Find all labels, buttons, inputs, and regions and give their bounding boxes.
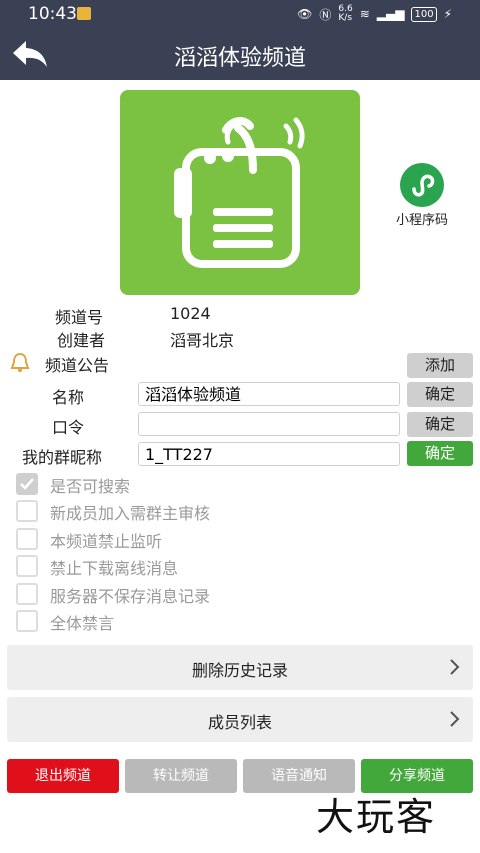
- mini-program-icon: [400, 163, 444, 207]
- option-checkbox[interactable]: [16, 500, 38, 522]
- nickname-confirm-button[interactable]: 确定: [407, 441, 473, 466]
- eye-icon: 👁: [297, 7, 313, 21]
- nfc-icon: Ⓝ: [319, 7, 332, 22]
- name-confirm-button[interactable]: 确定: [407, 382, 473, 407]
- notice-label: 频道公告: [45, 356, 110, 375]
- watermark: 大玩客: [316, 795, 437, 839]
- member-list-label: 成员列表: [207, 713, 272, 732]
- transfer-channel-button[interactable]: 转让频道: [125, 759, 237, 793]
- option-checkbox[interactable]: [16, 528, 38, 550]
- option-label: 禁止下载离线消息: [50, 559, 179, 578]
- channel-logo: [120, 90, 360, 295]
- name-input[interactable]: 滔滔体验频道: [138, 382, 400, 406]
- clear-history-row[interactable]: 删除历史记录: [7, 645, 473, 690]
- status-icons: 👁 Ⓝ 6.6 K/s ≋ ▂▄▆ 100 ⚡: [297, 5, 452, 23]
- add-notice-button[interactable]: 添加: [407, 353, 473, 378]
- option-checkbox[interactable]: [16, 610, 38, 632]
- app-notification-icon: [77, 7, 91, 20]
- option-label: 全体禁言: [50, 614, 115, 633]
- clock: 10:43: [28, 4, 77, 24]
- option-checkbox[interactable]: [16, 473, 38, 495]
- exit-channel-button[interactable]: 退出频道: [7, 759, 119, 793]
- title-bar: 滔滔体验频道: [0, 28, 480, 80]
- checkmark-icon: [20, 478, 34, 490]
- channel-no-value: 1024: [170, 304, 211, 323]
- mini-program-code[interactable]: 小程序码: [380, 163, 464, 228]
- option-checkbox[interactable]: [16, 583, 38, 605]
- status-bar: 10:43 👁 Ⓝ 6.6 K/s ≋ ▂▄▆ 100 ⚡: [0, 0, 480, 28]
- option-label: 服务器不保存消息记录: [50, 587, 211, 606]
- chevron-right-icon: [450, 711, 460, 727]
- member-list-row[interactable]: 成员列表: [7, 697, 473, 742]
- option-label: 新成员加入需群主审核: [50, 504, 211, 523]
- net-speed: 6.6 K/s: [338, 4, 353, 23]
- option-label: 本频道禁止监听: [50, 532, 163, 551]
- option-label: 是否可搜索: [50, 477, 131, 496]
- password-confirm-button[interactable]: 确定: [407, 412, 473, 437]
- name-label: 名称: [52, 388, 85, 407]
- nickname-input[interactable]: 1_TT227: [138, 442, 400, 466]
- clear-history-label: 删除历史记录: [191, 661, 288, 680]
- mini-program-label: 小程序码: [395, 213, 448, 228]
- creator-label: 创建者: [57, 331, 106, 350]
- password-label: 口令: [52, 418, 85, 437]
- walkie-talkie-icon: [174, 117, 305, 268]
- channel-no-label: 频道号: [55, 308, 104, 327]
- bell-icon: [10, 352, 30, 372]
- battery-icon: 100: [411, 6, 437, 22]
- creator-value: 滔哥北京: [170, 331, 235, 350]
- password-input[interactable]: [138, 412, 400, 436]
- nickname-label: 我的群昵称: [22, 448, 103, 467]
- page-title: 滔滔体验频道: [173, 46, 306, 71]
- charging-icon: ⚡: [443, 7, 452, 21]
- option-checkbox[interactable]: [16, 555, 38, 577]
- chevron-right-icon: [450, 659, 460, 675]
- signal-icon: ▂▄▆: [376, 7, 405, 21]
- wifi-icon: ≋: [359, 7, 370, 21]
